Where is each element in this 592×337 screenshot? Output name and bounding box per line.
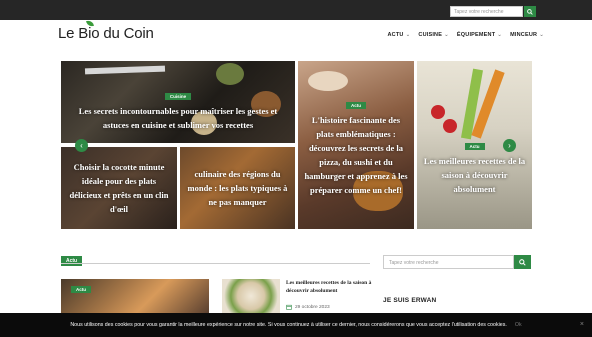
top-search-button[interactable] <box>524 6 536 17</box>
nav-label: ÉQUIPEMENT <box>456 32 496 38</box>
featured-post-1[interactable]: Cuisine Les secrets incontournables pour… <box>61 61 295 143</box>
category-tag[interactable]: Actu <box>346 101 366 109</box>
search-icon <box>519 258 526 266</box>
nav-item-actu[interactable]: ACTU ⌄ <box>388 32 411 38</box>
chevron-right-icon: › <box>508 140 511 150</box>
post-title[interactable]: L'histoire fascinante des plats emblémat… <box>298 113 414 197</box>
category-tag[interactable]: Actu <box>464 142 485 150</box>
chevron-down-icon: ⌄ <box>405 32 411 38</box>
nav-label: MINCEUR <box>510 32 538 38</box>
tomato-graphic <box>443 119 457 133</box>
featured-grid: Cuisine Les secrets incontournables pour… <box>61 61 532 229</box>
sidebar-search-button[interactable] <box>514 255 531 269</box>
post-thumbnail[interactable] <box>222 279 280 313</box>
bowl-graphic <box>216 63 244 85</box>
featured-post-2[interactable]: Actu L'histoire fascinante des plats emb… <box>298 61 414 229</box>
nav-item-equipement[interactable]: ÉQUIPEMENT ⌄ <box>457 32 502 38</box>
category-tag[interactable]: Cuisine <box>164 92 192 100</box>
cookie-ok-button[interactable]: Ok <box>515 322 522 328</box>
search-icon <box>527 8 533 15</box>
cookie-banner: Nous utilisons des cookies pour vous gar… <box>0 313 592 337</box>
featured-post-5[interactable]: culinaire des régions du monde : les pla… <box>180 147 295 229</box>
logo-part-3: du Coin <box>99 25 154 42</box>
chevron-down-icon: ⌄ <box>539 32 544 38</box>
featured-post-4[interactable]: Choisir la cocotte minute idéale pour de… <box>61 147 177 229</box>
site-logo[interactable]: Le Bio du Coin <box>58 25 154 42</box>
nav-item-cuisine[interactable]: CUISINE ⌄ <box>418 32 449 38</box>
category-tag[interactable]: Actu <box>71 286 91 293</box>
section-badge[interactable]: Actu <box>61 256 83 266</box>
date-text: 29 octobre 2023 <box>295 304 330 310</box>
sidebar-title: JE SUIS ERWAN <box>383 297 437 304</box>
sidebar-search-input[interactable]: Tapez votre recherche <box>383 255 514 269</box>
logo-part-2: Bio <box>78 25 100 42</box>
slider-prev-button[interactable]: ‹ <box>75 139 88 152</box>
section-divider <box>61 263 370 264</box>
chevron-down-icon: ⌄ <box>444 32 449 38</box>
cookie-text: Nous utilisons des cookies pour vous gar… <box>70 322 507 328</box>
article-card-image[interactable]: Actu <box>61 279 209 313</box>
post-date: 29 octobre 2023 <box>286 304 330 310</box>
top-search-input[interactable]: Tapez votre recherche <box>450 6 523 17</box>
knife-graphic <box>84 65 166 75</box>
main-nav: ACTU ⌄ CUISINE ⌄ ÉQUIPEMENT ⌄ MINCEUR ⌄ <box>388 32 545 38</box>
calendar-icon <box>286 304 292 310</box>
logo-part-1: Le <box>58 25 79 42</box>
chevron-left-icon: ‹ <box>80 140 83 150</box>
close-icon[interactable]: × <box>580 321 584 328</box>
post-title[interactable]: Les meilleures recettes de la saison à d… <box>417 154 532 196</box>
post-title[interactable]: Choisir la cocotte minute idéale pour de… <box>61 160 177 216</box>
nav-label: ACTU <box>387 32 404 38</box>
slider-next-button[interactable]: › <box>503 139 516 152</box>
post-title[interactable]: Les meilleures recettes de la saison à d… <box>286 279 376 295</box>
sushi-graphic <box>308 71 348 91</box>
chevron-down-icon: ⌄ <box>497 32 503 38</box>
post-title[interactable]: culinaire des régions du monde : les pla… <box>180 167 295 209</box>
post-title[interactable]: Les secrets incontournables pour maîtris… <box>61 104 295 132</box>
tomato-graphic <box>431 105 445 119</box>
nav-label: CUISINE <box>418 32 443 38</box>
nav-item-minceur[interactable]: MINCEUR ⌄ <box>510 32 544 38</box>
